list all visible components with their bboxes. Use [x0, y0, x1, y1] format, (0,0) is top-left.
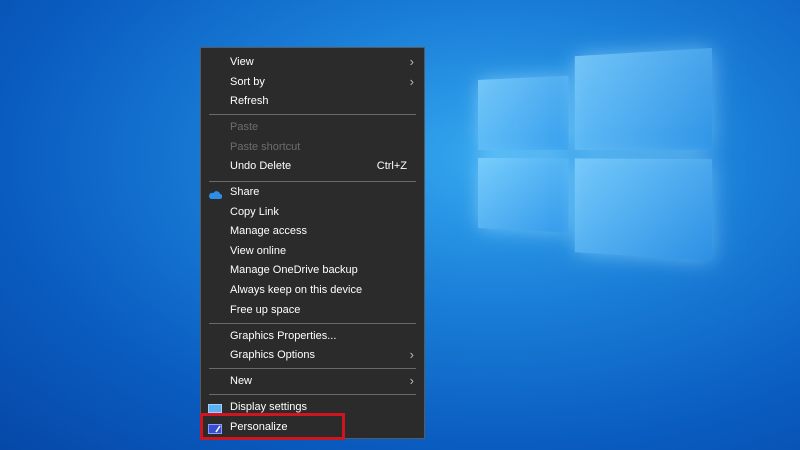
- menu-item-share[interactable]: Share: [201, 182, 424, 202]
- label: Free up space: [230, 304, 301, 316]
- chevron-right-icon: ›: [409, 74, 414, 89]
- label: View online: [230, 245, 287, 257]
- label: Copy Link: [230, 206, 279, 218]
- label: New: [230, 375, 253, 387]
- label: Refresh: [230, 95, 269, 107]
- shortcut: Ctrl+Z: [376, 160, 407, 172]
- windows-logo: [478, 22, 717, 280]
- menu-item-copy-link[interactable]: Copy Link: [201, 202, 424, 222]
- chevron-right-icon: ›: [409, 373, 414, 388]
- menu-item-graphics-properties[interactable]: Graphics Properties...: [201, 326, 424, 346]
- menu-item-always-keep[interactable]: Always keep on this device: [201, 280, 424, 300]
- onedrive-cloud-icon: [208, 187, 223, 199]
- label: Share: [230, 186, 260, 198]
- desktop-context-menu: View › Sort by › Refresh Paste Paste short…: [200, 47, 425, 439]
- separator: [209, 394, 416, 395]
- label: Graphics Options: [230, 349, 315, 361]
- label: Always keep on this device: [230, 284, 363, 296]
- menu-item-paste-shortcut: Paste shortcut: [201, 137, 424, 157]
- label: Graphics Properties...: [230, 330, 337, 342]
- label: View: [230, 56, 254, 68]
- separator: [209, 323, 416, 324]
- label: Sort by: [230, 76, 265, 88]
- label: Manage access: [230, 225, 308, 237]
- display-monitor-icon: [208, 402, 222, 415]
- menu-item-new[interactable]: New ›: [201, 371, 424, 391]
- menu-item-refresh[interactable]: Refresh: [201, 91, 424, 111]
- menu-item-paste: Paste: [201, 117, 424, 137]
- menu-item-manage-onedrive-backup[interactable]: Manage OneDrive backup: [201, 260, 424, 280]
- menu-item-undo-delete[interactable]: Undo Delete Ctrl+Z: [201, 156, 424, 176]
- label: Manage OneDrive backup: [230, 264, 358, 276]
- label: Paste: [230, 121, 259, 133]
- menu-item-graphics-options[interactable]: Graphics Options ›: [201, 345, 424, 365]
- menu-item-view-online[interactable]: View online: [201, 241, 424, 261]
- chevron-right-icon: ›: [409, 347, 414, 362]
- chevron-right-icon: ›: [409, 54, 414, 69]
- menu-item-view[interactable]: View ›: [201, 52, 424, 72]
- menu-item-sort-by[interactable]: Sort by ›: [201, 72, 424, 92]
- menu-item-free-up-space[interactable]: Free up space: [201, 300, 424, 320]
- label: Undo Delete: [230, 160, 292, 172]
- separator: [209, 368, 416, 369]
- menu-item-manage-access[interactable]: Manage access: [201, 221, 424, 241]
- personalize-highlight-box: [200, 413, 345, 440]
- label: Paste shortcut: [230, 141, 301, 153]
- separator: [209, 114, 416, 115]
